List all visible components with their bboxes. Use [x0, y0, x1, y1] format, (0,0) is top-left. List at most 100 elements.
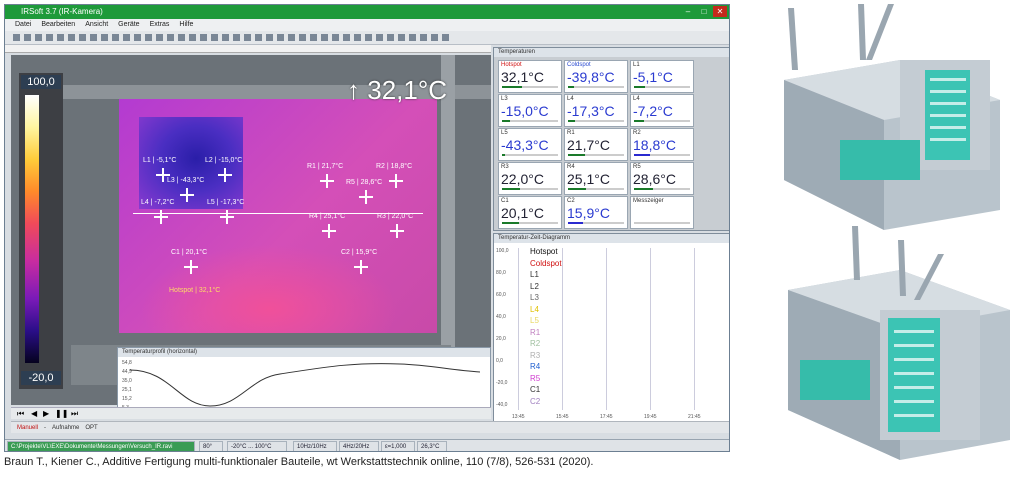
forward-icon[interactable]: ⏭ [71, 409, 78, 419]
toolbar-icon[interactable] [255, 34, 262, 41]
temperature-cell[interactable]: C1 20,1°C [498, 196, 562, 229]
marker-crosshair[interactable] [359, 190, 373, 204]
temperature-cell[interactable]: R3 22,0°C [498, 162, 562, 195]
toolbar-icon[interactable] [354, 34, 361, 41]
toolbar-icon[interactable] [299, 34, 306, 41]
legend-entry[interactable]: R1 [530, 328, 540, 337]
temperature-cell[interactable]: R2 18,8°C [630, 128, 694, 161]
temperature-cell[interactable]: R1 21,7°C [564, 128, 628, 161]
legend-entry[interactable]: L1 [530, 270, 539, 279]
toolbar-icon[interactable] [134, 34, 141, 41]
palette-max[interactable]: 100,0 [21, 75, 61, 89]
toolbar-icon[interactable] [277, 34, 284, 41]
toolbar-icon[interactable] [387, 34, 394, 41]
marker-crosshair[interactable] [389, 174, 403, 188]
toolbar-icon[interactable] [222, 34, 229, 41]
toolbar-icon[interactable] [233, 34, 240, 41]
legend-entry[interactable]: R5 [530, 374, 540, 383]
legend-entry[interactable]: C1 [530, 385, 540, 394]
menu-item[interactable]: Hilfe [179, 21, 193, 28]
temperature-cell[interactable]: R5 28,6°C [630, 162, 694, 195]
menu-item[interactable]: Geräte [118, 21, 139, 28]
temperature-cell[interactable]: Coldspot -39,8°C [564, 60, 628, 93]
play-icon[interactable]: ▶ [43, 409, 49, 418]
legend-entry[interactable]: Hotspot [530, 247, 558, 256]
legend-entry[interactable]: L2 [530, 282, 539, 291]
menu-item[interactable]: Ansicht [85, 21, 108, 28]
marker-crosshair[interactable] [320, 174, 334, 188]
toolbar-icon[interactable] [112, 34, 119, 41]
close-button[interactable]: ✕ [713, 6, 727, 17]
marker-crosshair[interactable] [218, 168, 232, 182]
toolbar-icon[interactable] [68, 34, 75, 41]
minimize-button[interactable]: – [681, 6, 695, 17]
tab[interactable]: Aufnahme [52, 425, 79, 431]
toolbar-icon[interactable] [57, 34, 64, 41]
toolbar-icon[interactable] [211, 34, 218, 41]
menu-item[interactable]: Extras [150, 21, 170, 28]
toolbar-icon[interactable] [321, 34, 328, 41]
toolbar-icon[interactable] [90, 34, 97, 41]
menu-item[interactable]: Bearbeiten [41, 21, 75, 28]
menu-item[interactable]: Datei [15, 21, 31, 28]
legend-entry[interactable]: C2 [530, 397, 540, 406]
toolbar-icon[interactable] [343, 34, 350, 41]
marker-crosshair[interactable] [354, 260, 368, 274]
toolbar-icon[interactable] [431, 34, 438, 41]
toolbar-icon[interactable] [24, 34, 31, 41]
toolbar-icon[interactable] [46, 34, 53, 41]
toolbar-icon[interactable] [365, 34, 372, 41]
toolbar-icon[interactable] [310, 34, 317, 41]
palette-min[interactable]: -20,0 [21, 371, 61, 385]
toolbar-icon[interactable] [420, 34, 427, 41]
temperature-cell[interactable]: Hotspot 32,1°C [498, 60, 562, 93]
toolbar-icon[interactable] [123, 34, 130, 41]
maximize-button[interactable]: □ [697, 6, 711, 17]
marker-crosshair[interactable] [322, 224, 336, 238]
legend-entry[interactable]: R4 [530, 362, 540, 371]
temperature-cell[interactable]: Messzeiger [630, 196, 694, 229]
legend-entry[interactable]: R2 [530, 339, 540, 348]
marker-crosshair[interactable] [390, 224, 404, 238]
rewind-icon[interactable]: ⏮ [17, 409, 24, 419]
toolbar-icon[interactable] [101, 34, 108, 41]
toolbar-icon[interactable] [79, 34, 86, 41]
legend-entry[interactable]: R3 [530, 351, 540, 360]
toolbar-icon[interactable] [398, 34, 405, 41]
legend-entry[interactable]: L5 [530, 316, 539, 325]
temperature-cell[interactable]: L3 -15,0°C [498, 94, 562, 127]
marker-crosshair[interactable] [154, 210, 168, 224]
toolbar-icon[interactable] [266, 34, 273, 41]
toolbar-icon[interactable] [409, 34, 416, 41]
temperature-cell[interactable]: L1 -5,1°C [630, 60, 694, 93]
temperature-cell[interactable]: C2 15,9°C [564, 196, 628, 229]
toolbar-icon[interactable] [442, 34, 449, 41]
temperature-cell[interactable]: R4 25,1°C [564, 162, 628, 195]
legend-entry[interactable]: L4 [530, 305, 539, 314]
toolbar-icon[interactable] [189, 34, 196, 41]
legend-entry[interactable]: Coldspot [530, 259, 562, 268]
marker-crosshair[interactable] [180, 188, 194, 202]
legend-entry[interactable]: L3 [530, 293, 539, 302]
toolbar-icon[interactable] [35, 34, 42, 41]
pause-icon[interactable]: ❚❚ [55, 409, 68, 418]
toolbar-icon[interactable] [178, 34, 185, 41]
toolbar-icon[interactable] [200, 34, 207, 41]
temperature-cell[interactable]: L5 -43,3°C [498, 128, 562, 161]
marker-crosshair[interactable] [184, 260, 198, 274]
toolbar-icon[interactable] [244, 34, 251, 41]
tab[interactable]: - [44, 425, 46, 431]
step-back-icon[interactable]: ◀ [31, 409, 37, 418]
toolbar-icon[interactable] [167, 34, 174, 41]
temperature-cell[interactable]: L4 -7,2°C [630, 94, 694, 127]
toolbar-icon[interactable] [156, 34, 163, 41]
toolbar-icon[interactable] [332, 34, 339, 41]
tab[interactable]: OPT [85, 425, 97, 431]
toolbar-icon[interactable] [13, 34, 20, 41]
temperature-cell[interactable]: L4 -17,3°C [564, 94, 628, 127]
marker-crosshair[interactable] [220, 210, 234, 224]
toolbar-icon[interactable] [288, 34, 295, 41]
toolbar-icon[interactable] [376, 34, 383, 41]
tab[interactable]: Manuell [17, 425, 38, 431]
toolbar-icon[interactable] [145, 34, 152, 41]
